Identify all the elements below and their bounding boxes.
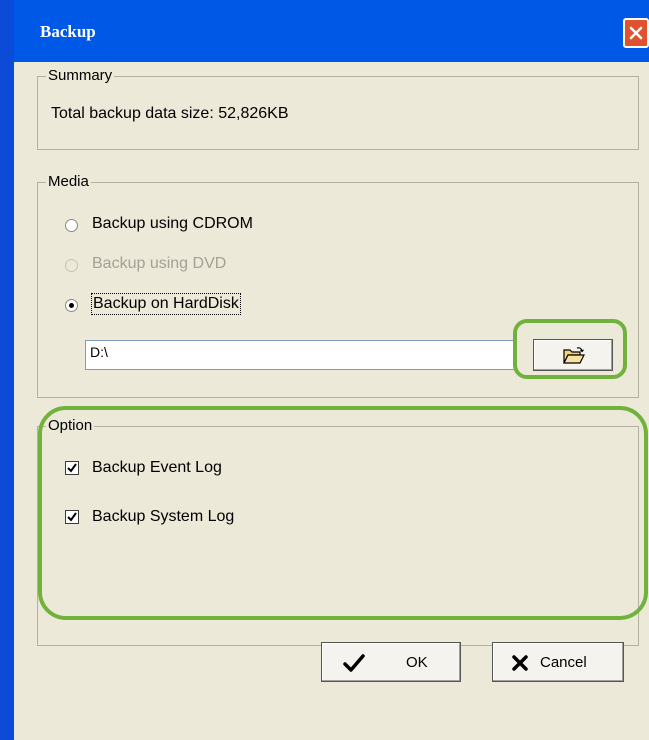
window-title: Backup: [40, 22, 96, 41]
title-bar[interactable]: Backup: [14, 0, 649, 62]
radio-selected-dot: [69, 303, 74, 308]
ok-button[interactable]: OK: [321, 642, 461, 682]
radio-cdrom-label[interactable]: Backup using CDROM: [92, 214, 253, 234]
path-input[interactable]: D:\: [85, 340, 516, 370]
close-button[interactable]: [623, 18, 649, 48]
radio-dvd-label: Backup using DVD: [92, 255, 227, 272]
window-left-border: [0, 0, 14, 740]
backup-dialog: Backup Summary Total backup data size: 5…: [0, 0, 649, 740]
cancel-label: Cancel: [540, 654, 587, 671]
total-size-text: Total backup data size: 52,826KB: [51, 105, 289, 122]
close-icon: [629, 26, 643, 40]
radio-cdrom[interactable]: [65, 219, 78, 232]
x-icon: [512, 655, 528, 671]
dialog-body: Summary Total backup data size: 52,826KB…: [14, 62, 649, 740]
ok-label: OK: [406, 654, 428, 671]
option-highlight: [38, 406, 648, 620]
radio-harddisk-label[interactable]: Backup on HardDisk: [91, 293, 241, 315]
cancel-button[interactable]: Cancel: [492, 642, 624, 682]
summary-legend: Summary: [46, 67, 115, 85]
summary-group: Summary Total backup data size: 52,826KB: [37, 67, 639, 150]
radio-dvd: [65, 259, 78, 272]
browse-highlight: [513, 319, 627, 379]
radio-harddisk[interactable]: [65, 299, 78, 312]
checkmark-icon: [343, 654, 365, 672]
media-legend: Media: [46, 173, 91, 191]
